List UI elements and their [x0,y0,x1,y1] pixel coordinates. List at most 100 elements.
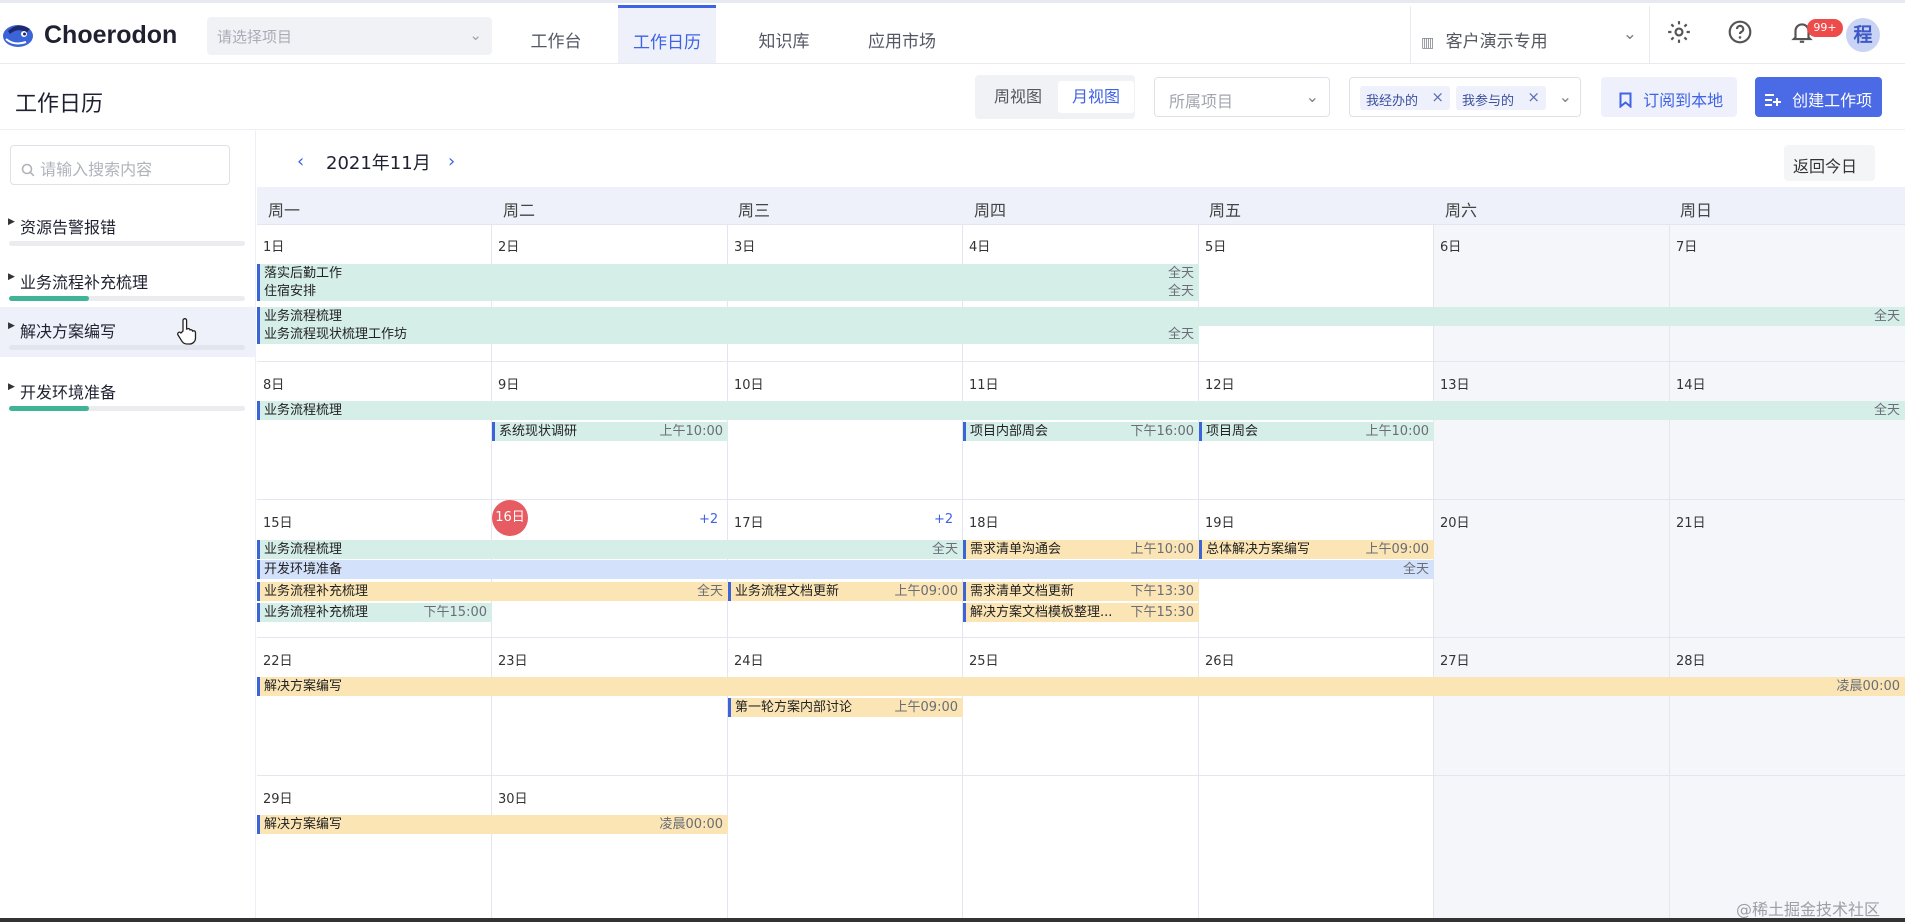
calendar-event[interactable]: 住宿安排 全天 [257,282,1199,301]
event-time: 上午09:00 [894,584,958,599]
day-number[interactable]: 4日 [969,236,990,255]
avatar[interactable]: 程 [1846,18,1880,52]
day-number[interactable]: 24日 [734,650,764,669]
filter-select[interactable]: 我经办的 × 我参与的 × ⌄ [1349,77,1581,117]
day-number[interactable]: 29日 [263,788,293,807]
event-time: 下午13:30 [1130,584,1194,599]
today-button[interactable]: 返回今日 [1784,145,1875,181]
caret-right-icon: ▶ [8,272,15,282]
day-number[interactable]: 30日 [498,788,528,807]
weekday-label: 周六 [1445,201,1478,220]
day-number[interactable]: 5日 [1205,236,1226,255]
day-number[interactable]: 23日 [498,650,528,669]
logo[interactable]: Choerodon [0,17,177,53]
day-number[interactable]: 3日 [734,236,755,255]
sidebar-item[interactable]: ▶ 业务流程补充梳理 [0,258,256,308]
calendar-event[interactable]: 解决方案编写 凌晨00:00 [257,677,1905,696]
calendar-event[interactable]: 开发环境准备 全天 [257,560,1434,579]
day-number[interactable]: 12日 [1205,374,1235,393]
calendar-event[interactable]: 落实后勤工作 全天 [257,264,1199,283]
project-select[interactable]: 请选择项目 ⌄ [207,17,492,55]
app-name: Choerodon [44,20,178,49]
help-icon[interactable] [1724,19,1756,51]
day-column-weekend [1670,225,1905,922]
day-number[interactable]: 2日 [498,236,519,255]
close-icon[interactable]: × [1431,88,1444,106]
org-select[interactable]: ▥ 客户演示专用 ⌄ [1410,6,1650,64]
calendar-event[interactable]: 需求清单文档更新 下午13:30 [963,582,1199,601]
calendar-event[interactable]: 解决方案文档模板整理... 下午15:30 [963,603,1199,622]
day-number[interactable]: 14日 [1676,374,1706,393]
day-number[interactable]: 1日 [263,236,284,255]
day-number[interactable]: 20日 [1440,512,1470,531]
more-events-link[interactable]: +2 [934,512,953,527]
month-view-button[interactable]: 月视图 [1058,81,1134,113]
belong-project-select[interactable]: 所属项目 ⌄ [1154,77,1330,117]
day-number[interactable]: 22日 [263,650,293,669]
calendar-event[interactable]: 系统现状调研 上午10:00 [492,422,728,441]
calendar-event[interactable]: 业务流程梳理 全天 [257,540,963,559]
week-divider [257,637,1905,638]
sidebar-item-label: 业务流程补充梳理 [20,273,149,292]
gear-icon[interactable] [1663,19,1695,51]
day-number[interactable]: 25日 [969,650,999,669]
calendar-event[interactable]: 项目周会 上午10:00 [1199,422,1434,441]
progress-bar [9,345,245,350]
sidebar-item[interactable]: ▶ 开发环境准备 [0,368,256,418]
calendar-event[interactable]: 需求清单沟通会 上午10:00 [963,540,1199,559]
day-number[interactable]: 7日 [1676,236,1697,255]
week-divider [257,361,1905,362]
day-number[interactable]: 17日 [734,512,764,531]
day-number[interactable]: 9日 [498,374,519,393]
tab-workbench[interactable]: 工作台 [520,6,592,64]
day-number[interactable]: 15日 [263,512,293,531]
event-time: 全天 [696,584,723,599]
calendar-event[interactable]: 业务流程梳理 全天 [257,307,1905,326]
day-number[interactable]: 27日 [1440,650,1470,669]
day-number[interactable]: 26日 [1205,650,1235,669]
day-number[interactable]: 18日 [969,512,999,531]
subscribe-button[interactable]: 订阅到本地 [1601,77,1737,117]
event-time: 下午15:00 [423,605,487,620]
calendar-event[interactable]: 总体解决方案编写 上午09:00 [1199,540,1434,559]
calendar-event[interactable]: 业务流程梳理 全天 [257,401,1905,420]
day-column-weekend [1434,225,1670,922]
day-number[interactable]: 11日 [969,374,999,393]
chevron-left-icon[interactable]: ‹ [297,151,304,172]
event-time: 上午09:00 [1365,542,1429,557]
calendar-event[interactable]: 项目内部周会 下午16:00 [963,422,1199,441]
tab-label: 工作日历 [633,33,701,53]
calendar-event[interactable]: 业务流程文档更新 上午09:00 [728,582,963,601]
sidebar-item[interactable]: ▶ 解决方案编写 [0,307,256,357]
event-time: 全天 [1873,309,1900,324]
event-title: 总体解决方案编写 [1206,542,1311,557]
calendar-toolbar: ‹ 2021年11月 › 返回今日 [257,131,1905,187]
tab-app-market[interactable]: 应用市场 [857,6,947,64]
day-number[interactable]: 19日 [1205,512,1235,531]
day-number[interactable]: 10日 [734,374,764,393]
event-title: 业务流程梳理 [264,542,343,557]
day-number[interactable]: 28日 [1676,650,1706,669]
calendar-event[interactable]: 业务流程补充梳理 全天 [257,582,728,601]
create-issue-button[interactable]: 创建工作项 [1755,77,1882,117]
filter-tag: 我经办的 × [1360,86,1450,110]
more-events-link[interactable]: +2 [699,512,718,527]
tab-knowledge[interactable]: 知识库 [748,6,820,64]
day-number[interactable]: 13日 [1440,374,1470,393]
day-number[interactable]: 6日 [1440,236,1461,255]
close-icon[interactable]: × [1527,88,1540,106]
calendar-event[interactable]: 第一轮方案内部讨论 上午09:00 [728,698,963,717]
filter-tag: 我参与的 × [1456,86,1546,110]
sidebar-item[interactable]: ▶ 资源告警报错 [0,203,256,253]
calendar-event[interactable]: 业务流程补充梳理 下午15:00 [257,603,492,622]
today-marker[interactable]: 16日 [492,500,528,536]
progress-fill [9,296,89,301]
day-number[interactable]: 8日 [263,374,284,393]
search-input[interactable]: 请输入搜索内容 [10,145,230,185]
chevron-right-icon[interactable]: › [448,151,455,172]
calendar-event[interactable]: 业务流程现状梳理工作坊 全天 [257,325,1199,344]
day-number[interactable]: 21日 [1676,512,1706,531]
tab-work-calendar[interactable]: 工作日历 [618,5,716,63]
calendar-event[interactable]: 解决方案编写 凌晨00:00 [257,815,728,834]
week-view-button[interactable]: 周视图 [980,81,1056,113]
